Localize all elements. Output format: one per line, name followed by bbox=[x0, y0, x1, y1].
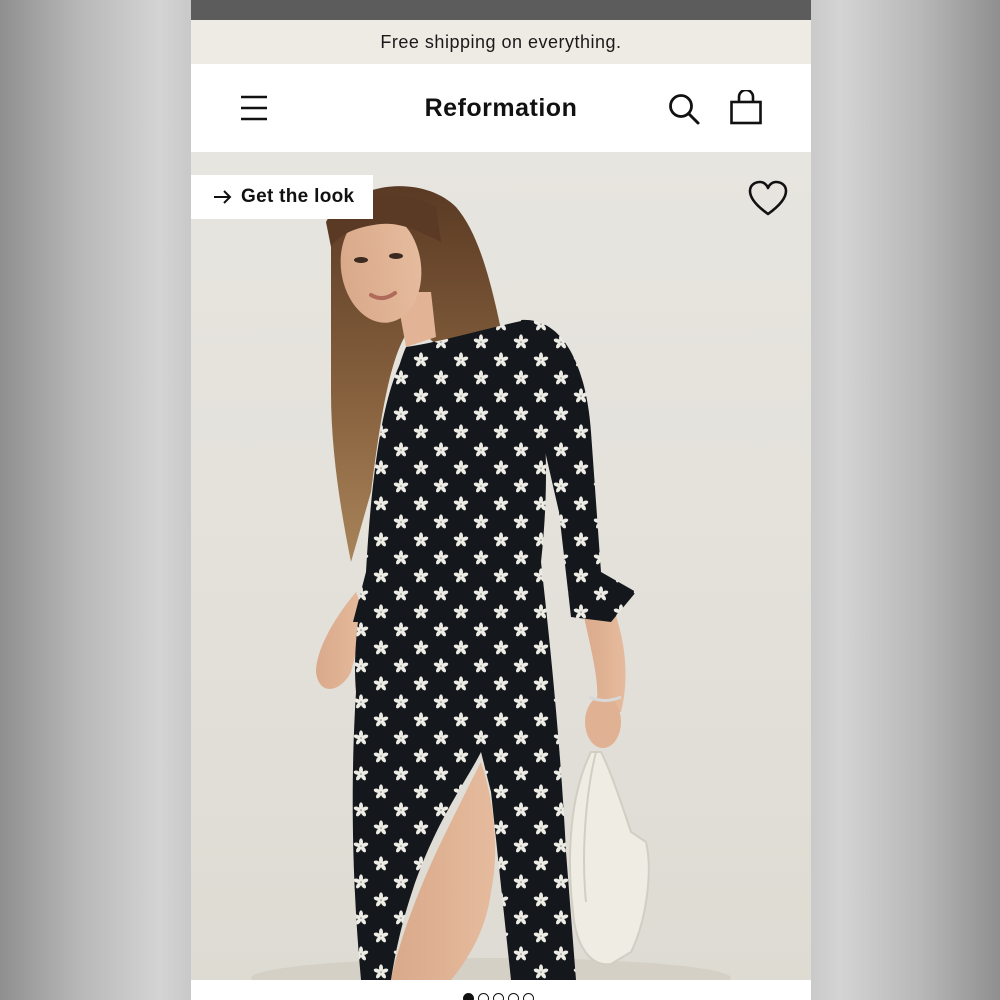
shopping-bag-button[interactable] bbox=[729, 88, 763, 126]
search-button[interactable] bbox=[667, 92, 701, 126]
app-screen: Free shipping on everything. Reformation bbox=[191, 0, 811, 1000]
get-the-look-label: Get the look bbox=[241, 186, 355, 207]
carousel-dot-3[interactable] bbox=[493, 993, 504, 1000]
product-photo bbox=[251, 186, 731, 980]
status-bar bbox=[191, 0, 811, 20]
carousel-indicator bbox=[191, 980, 811, 1000]
brand-logo[interactable]: Reformation bbox=[191, 64, 811, 152]
search-icon bbox=[669, 94, 700, 125]
hamburger-menu-icon bbox=[241, 95, 267, 121]
promo-banner: Free shipping on everything. bbox=[191, 20, 811, 64]
carousel-dot-2[interactable] bbox=[478, 993, 489, 1000]
carousel-dots bbox=[463, 993, 534, 1000]
promo-banner-text: Free shipping on everything. bbox=[380, 31, 622, 52]
carousel-dot-5[interactable] bbox=[523, 993, 534, 1000]
wishlist-button[interactable] bbox=[748, 180, 788, 218]
arrow-right-icon bbox=[214, 190, 232, 204]
shopping-bag-icon bbox=[730, 88, 762, 125]
carousel-dot-1[interactable] bbox=[463, 993, 474, 1000]
menu-button[interactable] bbox=[237, 92, 269, 124]
product-image[interactable]: Get the look bbox=[191, 152, 811, 980]
heart-icon bbox=[748, 180, 788, 216]
carousel-dot-4[interactable] bbox=[508, 993, 519, 1000]
get-the-look-button[interactable]: Get the look bbox=[191, 175, 373, 219]
site-header: Reformation bbox=[191, 64, 811, 152]
